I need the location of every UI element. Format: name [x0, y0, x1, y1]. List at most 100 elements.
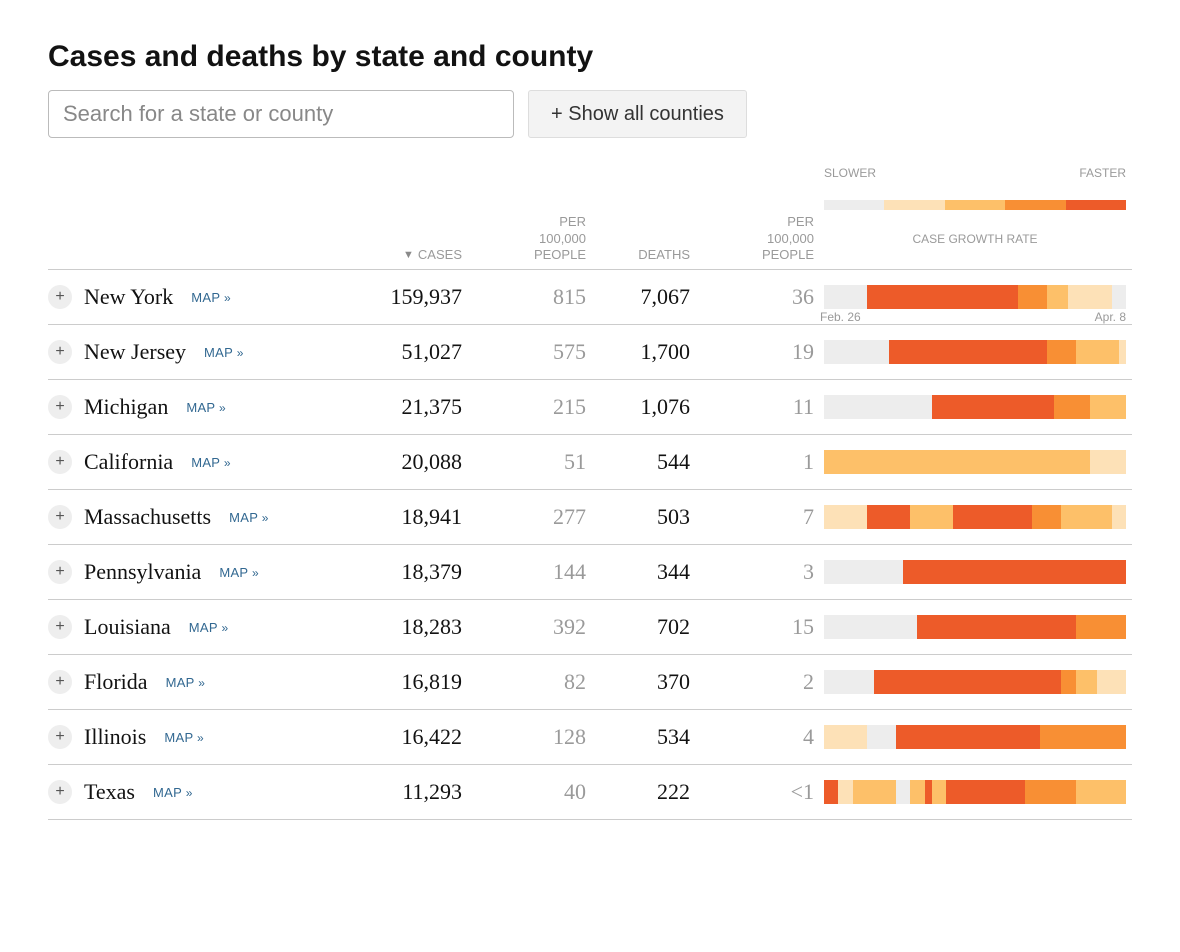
expand-row-button[interactable]: +: [48, 725, 72, 749]
growth-sparkline: [824, 340, 1126, 364]
map-link[interactable]: MAP »: [164, 730, 204, 745]
chevron-right-icon: »: [248, 566, 259, 580]
cases-per-cell: 575: [466, 339, 586, 365]
deaths-per-cell: 15: [694, 614, 814, 640]
table-row: + Pennsylvania MAP » 18,3791443443: [48, 545, 1132, 600]
name-cell: +TexasMAP »: [48, 779, 318, 805]
map-link[interactable]: MAP »: [204, 345, 244, 360]
table-row: +CaliforniaMAP »20,088515441: [48, 435, 1132, 490]
cases-cell: 20,088: [322, 449, 462, 475]
chevron-right-icon: »: [220, 456, 231, 470]
chevron-right-icon: »: [215, 401, 226, 415]
expand-row-button[interactable]: +: [48, 340, 72, 364]
col-deaths-header[interactable]: DEATHS: [590, 247, 690, 263]
deaths-cell: 1,700: [590, 339, 690, 365]
name-cell: +CaliforniaMAP »: [48, 449, 318, 475]
col-cases-label: CASES: [418, 247, 462, 263]
cases-per-cell: 51: [466, 449, 586, 475]
growth-sparkline-cell: [818, 725, 1132, 749]
table-row: +LouisianaMAP »18,28339270215: [48, 600, 1132, 655]
state-name: New York: [84, 284, 173, 310]
table-row: +TexasMAP »11,29340222<1: [48, 765, 1132, 820]
deaths-per-cell: 2: [694, 669, 814, 695]
legend-caption: CASE GROWTH RATE: [818, 232, 1132, 247]
map-link[interactable]: MAP »: [186, 400, 226, 415]
deaths-cell: 534: [590, 724, 690, 750]
cases-cell: 18,283: [322, 614, 462, 640]
name-cell: +FloridaMAP »: [48, 669, 318, 695]
table-row: +MassachusettsMAP »18,9412775037: [48, 490, 1132, 545]
chevron-right-icon: »: [233, 346, 244, 360]
cases-cell: 51,027: [322, 339, 462, 365]
legend-faster-label: FASTER: [1079, 166, 1126, 181]
cases-cell: 11,293: [322, 779, 462, 805]
cases-cell: 159,937: [322, 284, 462, 310]
chevron-right-icon: »: [182, 786, 193, 800]
cases-per-cell: 128: [466, 724, 586, 750]
chevron-right-icon: »: [258, 511, 269, 525]
cases-cell: 16,819: [322, 669, 462, 695]
deaths-per-cell: 7: [694, 504, 814, 530]
expand-row-button[interactable]: +: [48, 285, 72, 309]
deaths-per-cell: 1: [694, 449, 814, 475]
cases-per-cell: 40: [466, 779, 586, 805]
map-link[interactable]: MAP »: [229, 510, 269, 525]
table-row: +New YorkMAP »159,9378157,06736Feb. 26Ap…: [48, 270, 1132, 325]
controls-row: + Show all counties: [48, 90, 1132, 138]
growth-sparkline-cell: [818, 285, 1132, 309]
deaths-per-cell: 11: [694, 394, 814, 420]
expand-row-button[interactable]: +: [48, 395, 72, 419]
chevron-right-icon: »: [195, 676, 206, 690]
map-link[interactable]: MAP »: [219, 565, 259, 580]
map-link[interactable]: MAP »: [191, 290, 231, 305]
growth-sparkline-cell: [818, 615, 1132, 639]
deaths-per-cell: 19: [694, 339, 814, 365]
name-cell: +MassachusettsMAP »: [48, 504, 318, 530]
deaths-cell: 7,067: [590, 284, 690, 310]
cases-per-cell: 144: [466, 559, 586, 585]
show-all-counties-button[interactable]: + Show all counties: [528, 90, 747, 138]
map-link[interactable]: MAP »: [153, 785, 193, 800]
deaths-per-cell: 4: [694, 724, 814, 750]
cases-cell: 18,379: [322, 559, 462, 585]
cases-per-cell: 82: [466, 669, 586, 695]
deaths-cell: 370: [590, 669, 690, 695]
col-cases-header[interactable]: ▼ CASES: [322, 247, 462, 263]
growth-sparkline: [824, 450, 1126, 474]
deaths-cell: 544: [590, 449, 690, 475]
sparkline-date-range: Feb. 26Apr. 8: [820, 310, 1126, 324]
cases-cell: 18,941: [322, 504, 462, 530]
col-deaths-per-header[interactable]: PER 100,000 PEOPLE: [694, 214, 814, 263]
table-row: + New Jersey MAP » 51,0275751,70019: [48, 325, 1132, 380]
expand-row-button[interactable]: +: [48, 505, 72, 529]
deaths-cell: 222: [590, 779, 690, 805]
growth-sparkline: [824, 285, 1126, 309]
name-cell: + New York MAP »: [48, 284, 318, 310]
deaths-cell: 344: [590, 559, 690, 585]
expand-row-button[interactable]: +: [48, 780, 72, 804]
growth-sparkline: [824, 560, 1126, 584]
growth-sparkline-cell: [818, 560, 1132, 584]
deaths-per-cell: 3: [694, 559, 814, 585]
expand-row-button[interactable]: +: [48, 670, 72, 694]
cases-cell: 21,375: [322, 394, 462, 420]
map-link[interactable]: MAP »: [166, 675, 206, 690]
growth-sparkline: [824, 780, 1126, 804]
state-name: New Jersey: [84, 339, 186, 365]
expand-row-button[interactable]: +: [48, 615, 72, 639]
state-name: Pennsylvania: [84, 559, 201, 585]
growth-sparkline: [824, 505, 1126, 529]
map-link[interactable]: MAP »: [191, 455, 231, 470]
growth-sparkline-cell: [818, 780, 1132, 804]
expand-row-button[interactable]: +: [48, 450, 72, 474]
states-table: ▼ CASES PER 100,000 PEOPLE DEATHS PER 10…: [48, 150, 1132, 820]
map-link[interactable]: MAP »: [189, 620, 229, 635]
growth-sparkline-cell: [818, 395, 1132, 419]
col-cases-per-header[interactable]: PER 100,000 PEOPLE: [466, 214, 586, 263]
search-input[interactable]: [48, 90, 514, 138]
deaths-per-cell: 36: [694, 284, 814, 310]
growth-rate-legend: SLOWER FASTER CASE GROWTH RATE: [818, 150, 1132, 263]
expand-row-button[interactable]: +: [48, 560, 72, 584]
deaths-cell: 702: [590, 614, 690, 640]
cases-per-cell: 392: [466, 614, 586, 640]
